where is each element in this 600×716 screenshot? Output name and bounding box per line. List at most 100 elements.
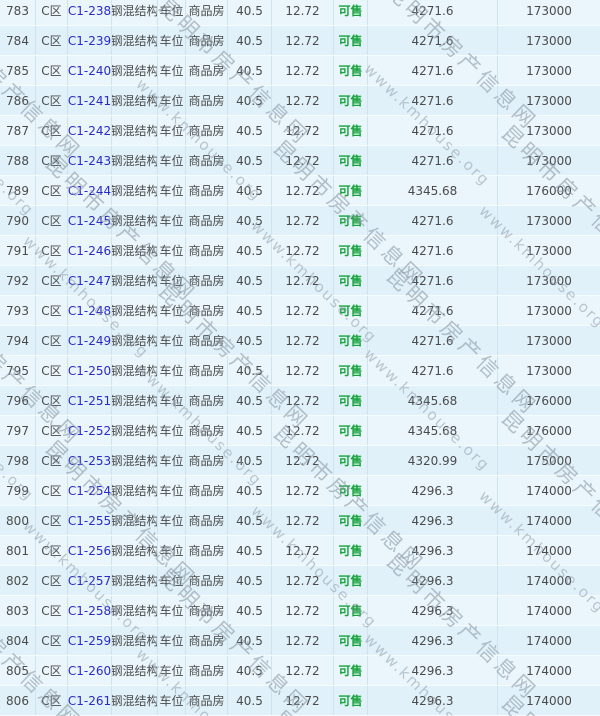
- status-cell: 可售: [334, 0, 368, 25]
- structure-cell: 钢混结构: [112, 656, 158, 685]
- unit-number-link[interactable]: C1-246: [68, 236, 112, 265]
- table-row: 799C区C1-254钢混结构车位商品房40.512.72可售4296.3174…: [0, 476, 600, 506]
- total-price-cell: 173000: [498, 296, 600, 325]
- structure-cell: 钢混结构: [112, 356, 158, 385]
- row-number-cell: 792: [0, 266, 36, 295]
- table-row: 787C区C1-242钢混结构车位商品房40.512.72可售4271.6173…: [0, 116, 600, 146]
- row-number-cell: 790: [0, 206, 36, 235]
- unit-number-link[interactable]: C1-240: [68, 56, 112, 85]
- status-cell: 可售: [334, 386, 368, 415]
- structure-cell: 钢混结构: [112, 536, 158, 565]
- usage-cell: 车位: [158, 596, 186, 625]
- unit-number-link[interactable]: C1-256: [68, 536, 112, 565]
- table-row: 798C区C1-253钢混结构车位商品房40.512.72可售4320.9917…: [0, 446, 600, 476]
- property-type-cell: 商品房: [186, 536, 228, 565]
- area-cell: 40.5: [228, 356, 272, 385]
- zone-cell: C区: [36, 206, 68, 235]
- inner-area-cell: 12.72: [272, 596, 334, 625]
- property-type-cell: 商品房: [186, 266, 228, 295]
- status-cell: 可售: [334, 206, 368, 235]
- inner-area-cell: 12.72: [272, 26, 334, 55]
- unit-number-link[interactable]: C1-248: [68, 296, 112, 325]
- unit-number-link[interactable]: C1-242: [68, 116, 112, 145]
- row-number-cell: 793: [0, 296, 36, 325]
- inner-area-cell: 12.72: [272, 626, 334, 655]
- property-type-cell: 商品房: [186, 686, 228, 715]
- total-price-cell: 173000: [498, 86, 600, 115]
- table-row: 783C区C1-238钢混结构车位商品房40.512.72可售4271.6173…: [0, 0, 600, 26]
- row-number-cell: 804: [0, 626, 36, 655]
- unit-price-cell: 4345.68: [368, 416, 498, 445]
- inner-area-cell: 12.72: [272, 686, 334, 715]
- unit-price-cell: 4271.6: [368, 0, 498, 25]
- property-type-cell: 商品房: [186, 176, 228, 205]
- inner-area-cell: 12.72: [272, 416, 334, 445]
- unit-number-link[interactable]: C1-258: [68, 596, 112, 625]
- usage-cell: 车位: [158, 386, 186, 415]
- structure-cell: 钢混结构: [112, 146, 158, 175]
- zone-cell: C区: [36, 506, 68, 535]
- unit-price-cell: 4320.99: [368, 446, 498, 475]
- unit-number-link[interactable]: C1-244: [68, 176, 112, 205]
- row-number-cell: 787: [0, 116, 36, 145]
- structure-cell: 钢混结构: [112, 326, 158, 355]
- total-price-cell: 174000: [498, 596, 600, 625]
- row-number-cell: 806: [0, 686, 36, 715]
- status-cell: 可售: [334, 626, 368, 655]
- area-cell: 40.5: [228, 506, 272, 535]
- unit-number-link[interactable]: C1-249: [68, 326, 112, 355]
- unit-number-link[interactable]: C1-251: [68, 386, 112, 415]
- status-cell: 可售: [334, 296, 368, 325]
- total-price-cell: 174000: [498, 656, 600, 685]
- status-cell: 可售: [334, 56, 368, 85]
- unit-price-cell: 4271.6: [368, 266, 498, 295]
- unit-number-link[interactable]: C1-238: [68, 0, 112, 25]
- usage-cell: 车位: [158, 656, 186, 685]
- unit-number-link[interactable]: C1-255: [68, 506, 112, 535]
- table-row: 796C区C1-251钢混结构车位商品房40.512.72可售4345.6817…: [0, 386, 600, 416]
- property-type-cell: 商品房: [186, 326, 228, 355]
- usage-cell: 车位: [158, 26, 186, 55]
- row-number-cell: 798: [0, 446, 36, 475]
- area-cell: 40.5: [228, 476, 272, 505]
- unit-number-link[interactable]: C1-252: [68, 416, 112, 445]
- unit-price-cell: 4345.68: [368, 386, 498, 415]
- unit-number-link[interactable]: C1-239: [68, 26, 112, 55]
- row-number-cell: 785: [0, 56, 36, 85]
- structure-cell: 钢混结构: [112, 116, 158, 145]
- unit-number-link[interactable]: C1-261: [68, 686, 112, 715]
- zone-cell: C区: [36, 626, 68, 655]
- unit-number-link[interactable]: C1-257: [68, 566, 112, 595]
- property-type-cell: 商品房: [186, 656, 228, 685]
- usage-cell: 车位: [158, 476, 186, 505]
- unit-price-cell: 4296.3: [368, 686, 498, 715]
- inner-area-cell: 12.72: [272, 656, 334, 685]
- total-price-cell: 174000: [498, 626, 600, 655]
- area-cell: 40.5: [228, 146, 272, 175]
- table-row: 786C区C1-241钢混结构车位商品房40.512.72可售4271.6173…: [0, 86, 600, 116]
- inner-area-cell: 12.72: [272, 506, 334, 535]
- unit-number-link[interactable]: C1-259: [68, 626, 112, 655]
- unit-number-link[interactable]: C1-245: [68, 206, 112, 235]
- unit-number-link[interactable]: C1-241: [68, 86, 112, 115]
- unit-price-cell: 4296.3: [368, 476, 498, 505]
- row-number-cell: 805: [0, 656, 36, 685]
- structure-cell: 钢混结构: [112, 266, 158, 295]
- total-price-cell: 174000: [498, 476, 600, 505]
- usage-cell: 车位: [158, 626, 186, 655]
- inner-area-cell: 12.72: [272, 266, 334, 295]
- unit-number-link[interactable]: C1-250: [68, 356, 112, 385]
- total-price-cell: 176000: [498, 386, 600, 415]
- usage-cell: 车位: [158, 266, 186, 295]
- inner-area-cell: 12.72: [272, 536, 334, 565]
- unit-number-link[interactable]: C1-243: [68, 146, 112, 175]
- table-row: 792C区C1-247钢混结构车位商品房40.512.72可售4271.6173…: [0, 266, 600, 296]
- unit-number-link[interactable]: C1-260: [68, 656, 112, 685]
- property-type-cell: 商品房: [186, 476, 228, 505]
- unit-number-link[interactable]: C1-253: [68, 446, 112, 475]
- unit-number-link[interactable]: C1-254: [68, 476, 112, 505]
- unit-number-link[interactable]: C1-247: [68, 266, 112, 295]
- property-type-cell: 商品房: [186, 416, 228, 445]
- usage-cell: 车位: [158, 236, 186, 265]
- zone-cell: C区: [36, 596, 68, 625]
